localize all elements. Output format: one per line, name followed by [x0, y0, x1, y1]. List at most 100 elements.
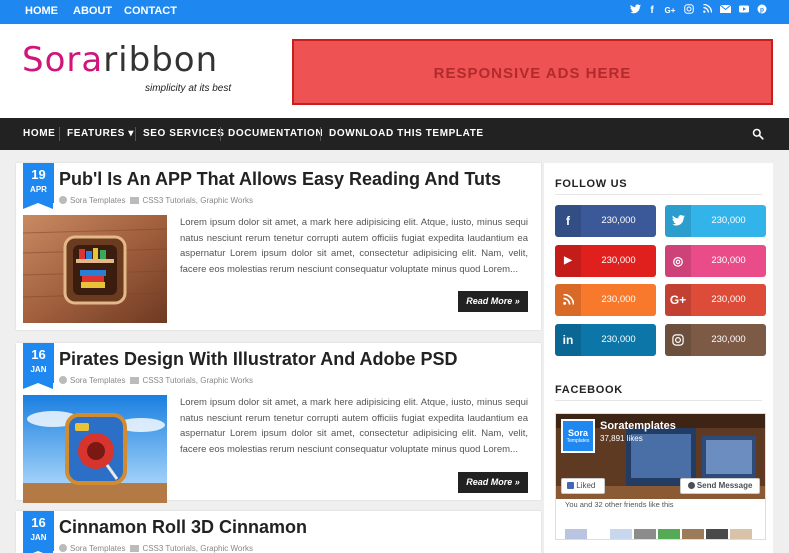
follower-count: 230,000 — [601, 294, 636, 305]
post-label[interactable]: , Graphic Works — [196, 544, 253, 553]
post-label[interactable]: , Graphic Works — [196, 376, 253, 385]
nav-item-documentation[interactable]: DOCUMENTATION — [228, 128, 323, 139]
fb-friends-text: You and 32 other friends like this — [565, 500, 674, 509]
instagram-icon[interactable] — [683, 4, 695, 18]
facebook-heading: FACEBOOK — [555, 384, 762, 401]
logo-part-sora: Sora — [22, 40, 104, 80]
facebook-follow-button[interactable]: f 230,000 — [555, 205, 656, 237]
fb-send-message-button[interactable]: Send Message — [680, 478, 760, 494]
follower-count: 230,000 — [601, 255, 636, 266]
follower-count: 230,000 — [711, 255, 746, 266]
post-date-day: 16 — [31, 515, 46, 530]
nav-divider — [135, 127, 136, 141]
nav-item-seo-services[interactable]: SEO SERVICES — [143, 128, 225, 139]
ad-banner[interactable]: RESPONSIVE ADS HERE — [292, 39, 773, 105]
folder-icon — [130, 545, 140, 552]
nav-item-download-template[interactable]: DOWNLOAD THIS TEMPLATE — [329, 128, 484, 139]
twitter-follow-button[interactable]: 230,000 — [665, 205, 766, 237]
pinterest-icon[interactable]: p — [756, 4, 768, 18]
instagram-follow-button[interactable]: 230,000 — [665, 324, 766, 356]
dribbble-icon: ◎ — [665, 245, 691, 277]
post-date-month: APR — [30, 185, 47, 194]
logo-part-ribbon: ribbon — [103, 40, 219, 80]
google-plus-follow-button[interactable]: G+ 230,000 — [665, 284, 766, 316]
follower-count: 230,000 — [711, 334, 746, 345]
folder-icon — [130, 377, 140, 384]
sidebar: FOLLOW US f 230,000 230,000 ▶ 230,000 ◎ … — [544, 163, 773, 553]
post-excerpt: Lorem ipsum dolor sit amet, a mark here … — [180, 397, 528, 455]
main-nav: HOME FEATURES ▾ SEO SERVICES DOCUMENTATI… — [0, 118, 789, 150]
google-plus-icon: G+ — [665, 284, 691, 316]
post-author[interactable]: Sora Templates — [70, 376, 125, 385]
site-tagline: simplicity at its best — [145, 83, 232, 94]
top-bar: HOME ABOUT CONTACT f G+ p — [0, 0, 789, 24]
twitter-icon[interactable] — [629, 4, 641, 18]
folder-icon — [130, 197, 140, 204]
chevron-down-icon: ▾ — [128, 128, 134, 139]
nav-item-features-label: FEATURES — [67, 128, 125, 139]
youtube-icon[interactable] — [738, 4, 750, 18]
fb-send-message-label: Send Message — [696, 481, 753, 490]
post-thumbnail[interactable] — [23, 215, 167, 323]
rss-icon — [555, 284, 581, 316]
youtube-icon: ▶ — [555, 245, 581, 277]
facebook-icon: f — [555, 205, 581, 237]
ad-banner-text: RESPONSIVE ADS HERE — [433, 65, 632, 82]
fb-liked-button[interactable]: Liked — [561, 478, 605, 494]
nav-item-home[interactable]: HOME — [23, 128, 55, 139]
follower-count: 230,000 — [711, 215, 746, 226]
youtube-follow-button[interactable]: ▶ 230,000 — [555, 245, 656, 277]
google-plus-icon[interactable]: G+ — [664, 4, 676, 18]
fb-page-logo: Sora Templates — [561, 419, 595, 453]
author-icon — [59, 544, 67, 552]
fb-page-logo-name: Sora — [567, 428, 588, 438]
top-link-home[interactable]: HOME — [25, 5, 58, 17]
post-meta: Sora Templates CSS3 Tutorials, Graphic Wo… — [59, 544, 253, 553]
post-label[interactable]: CSS3 Tutorials — [142, 376, 195, 385]
facebook-icon[interactable]: f — [646, 4, 658, 18]
post-date-day: 19 — [31, 167, 46, 182]
follower-count: 230,000 — [601, 334, 636, 345]
post-author[interactable]: Sora Templates — [70, 196, 125, 205]
linkedin-follow-button[interactable]: in 230,000 — [555, 324, 656, 356]
post-label[interactable]: , Graphic Works — [196, 196, 253, 205]
post-meta: Sora Templates CSS3 Tutorials, Graphic Wo… — [59, 196, 253, 205]
rss-icon[interactable] — [701, 3, 713, 18]
facebook-page-widget[interactable]: Sora Templates Soratemplates 37,891 like… — [555, 413, 766, 540]
follow-us-heading: FOLLOW US — [555, 178, 763, 195]
fb-page-logo-sub: Templates — [566, 438, 590, 444]
post-date-badge: 16 JAN — [23, 343, 54, 389]
twitter-icon — [665, 205, 691, 237]
fb-liked-label: Liked — [576, 481, 596, 490]
nav-item-features[interactable]: FEATURES ▾ — [67, 128, 134, 139]
site-logo[interactable]: Soraribbon — [22, 40, 218, 80]
fb-page-name[interactable]: Soratemplates — [600, 420, 676, 432]
messenger-icon — [687, 482, 695, 489]
top-link-contact[interactable]: CONTACT — [124, 5, 177, 17]
instagram-icon — [665, 324, 691, 356]
dribbble-follow-button[interactable]: ◎ 230,000 — [665, 245, 766, 277]
read-more-button[interactable]: Read More » — [458, 472, 528, 493]
read-more-button[interactable]: Read More » — [458, 291, 528, 312]
search-icon[interactable] — [752, 127, 764, 140]
email-icon[interactable] — [719, 4, 731, 18]
thumbs-up-icon — [567, 482, 574, 489]
post-author[interactable]: Sora Templates — [70, 544, 125, 553]
post-title[interactable]: Cinnamon Roll 3D Cinnamon — [59, 517, 307, 538]
post-title[interactable]: Pirates Design With Illustrator And Adob… — [59, 349, 458, 370]
follower-count: 230,000 — [601, 215, 636, 226]
top-link-about[interactable]: ABOUT — [73, 5, 112, 17]
author-icon — [59, 196, 67, 204]
fb-like-count: 37,891 likes — [600, 434, 643, 443]
post-label[interactable]: CSS3 Tutorials — [142, 196, 195, 205]
post-label[interactable]: CSS3 Tutorials — [142, 544, 195, 553]
rss-follow-button[interactable]: 230,000 — [555, 284, 656, 316]
post-date-month: JAN — [30, 533, 47, 542]
post-thumbnail[interactable] — [23, 395, 167, 503]
site-header: Soraribbon simplicity at its best RESPON… — [0, 24, 789, 118]
post-title[interactable]: Pub'l Is An APP That Allows Easy Reading… — [59, 169, 501, 190]
post-date-month: JAN — [30, 365, 47, 374]
follower-count: 230,000 — [711, 294, 746, 305]
nav-divider — [59, 127, 60, 141]
post-meta: Sora Templates CSS3 Tutorials, Graphic Wo… — [59, 376, 253, 385]
